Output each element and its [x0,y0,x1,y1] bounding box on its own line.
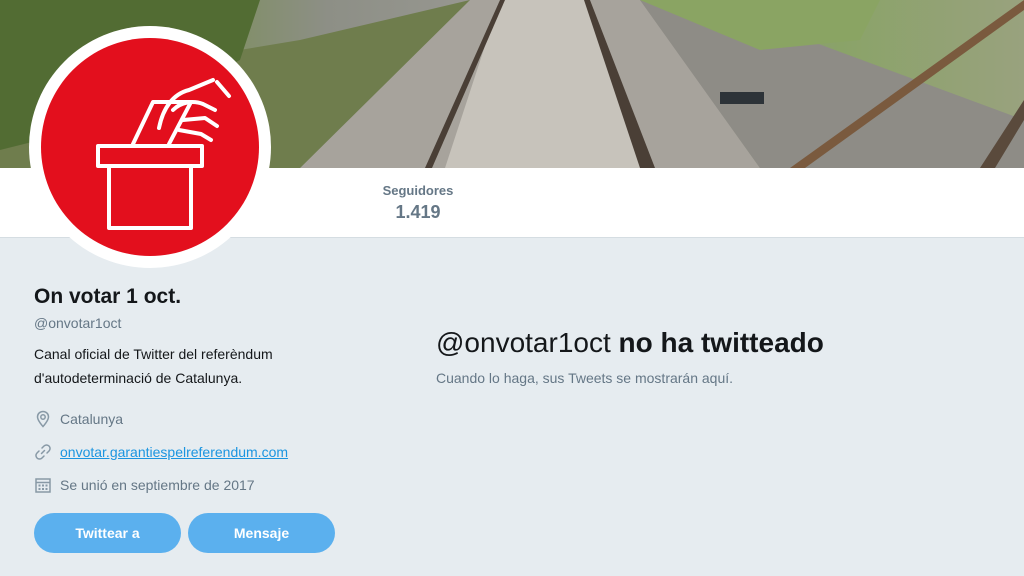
user-handle[interactable]: @onvotar1oct [34,314,334,332]
empty-title-text: no ha twitteado [618,327,824,358]
location-pin-icon [34,410,52,428]
calendar-icon [34,476,52,494]
joined-row: Se unió en septiembre de 2017 [34,468,334,501]
avatar-image [41,38,259,256]
location-text: Catalunya [60,410,124,427]
profile-avatar[interactable] [29,26,271,268]
bio: Canal oficial de Twitter del referèndum … [34,342,334,390]
followers-label: Seguidores [382,183,454,198]
display-name[interactable]: On votar 1 oct. [34,284,334,310]
followers-count: 1.419 [395,202,441,222]
bio-line: Canal oficial de Twitter del referèndum [34,346,273,362]
website-row: onvotar.garantiespelreferendum.com [34,435,334,468]
website-link[interactable]: onvotar.garantiespelreferendum.com [60,444,288,460]
message-button[interactable]: Mensaje [188,513,335,553]
empty-title-handle: @onvotar1oct [436,327,611,358]
profile-card: On votar 1 oct. @onvotar1oct Canal ofici… [34,284,334,501]
empty-timeline: @onvotar1oct no ha twitteado Cuando lo h… [436,324,996,386]
followers-stat[interactable]: Seguidores 1.419 [370,182,466,224]
profile-meta: Catalunya onvotar.garantiespelreferendum… [34,402,334,501]
profile-actions: Twittear a Mensaje [34,513,335,553]
joined-text: Se unió en septiembre de 2017 [60,476,255,493]
location-row: Catalunya [34,402,334,435]
bio-line: d'autodeterminació de Catalunya. [34,370,243,386]
ballot-box-icon [96,78,231,230]
tweet-to-button[interactable]: Twittear a [34,513,181,553]
empty-title: @onvotar1oct no ha twitteado [436,324,996,362]
empty-subtitle: Cuando lo haga, sus Tweets se mostrarán … [436,370,734,386]
link-icon [34,443,52,461]
